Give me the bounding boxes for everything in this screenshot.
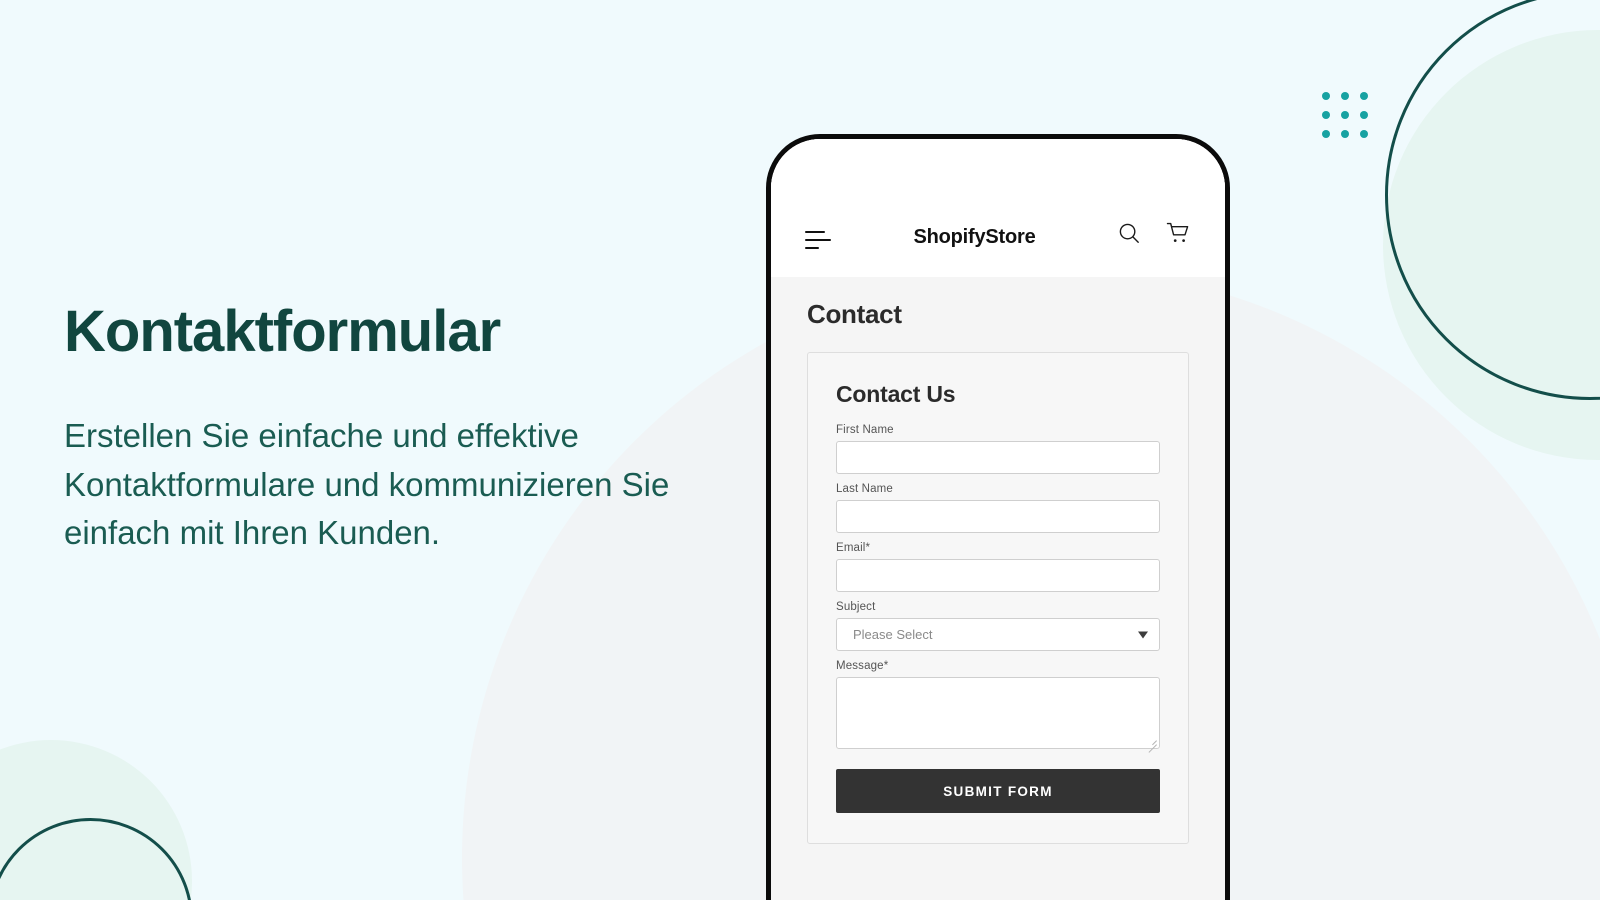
dot-grid-dot (1341, 92, 1349, 100)
phone-mockup: ShopifyStore Contact Contact Us First Na… (766, 134, 1230, 900)
message-label: Message* (836, 660, 889, 672)
contact-form-card: Contact Us First Name Last Name Email* S… (807, 352, 1189, 844)
email-input[interactable] (836, 559, 1160, 592)
navbar-icons (1118, 222, 1191, 249)
store-page-body: Contact Contact Us First Name Last Name … (771, 277, 1225, 900)
last-name-input[interactable] (836, 500, 1160, 533)
dot-grid-dot (1360, 111, 1368, 119)
submit-form-button[interactable]: SUBMIT FORM (836, 769, 1160, 813)
hero-subtitle: Erstellen Sie einfache und effektive Kon… (64, 416, 670, 552)
first-name-label: First Name (836, 424, 894, 436)
subject-label: Subject (836, 601, 876, 613)
message-textarea-wrapper (836, 677, 1160, 749)
dot-grid-icon (1322, 92, 1368, 138)
email-label: Email* (836, 542, 871, 554)
first-name-input[interactable] (836, 441, 1160, 474)
hamburger-line (805, 231, 825, 233)
hamburger-line (805, 247, 819, 249)
field-last-name: Last Name (836, 483, 1160, 533)
field-first-name: First Name (836, 424, 1160, 474)
subject-select[interactable]: Please Select (836, 618, 1160, 651)
contact-form-title: Contact Us (836, 381, 956, 407)
hamburger-menu-icon[interactable] (805, 231, 831, 249)
dot-grid-dot (1341, 130, 1349, 138)
shopping-cart-icon[interactable] (1166, 222, 1191, 249)
dot-grid-dot (1322, 111, 1330, 119)
last-name-label: Last Name (836, 483, 893, 495)
dot-grid-dot (1341, 111, 1349, 119)
page-title: Kontaktformular (64, 299, 501, 364)
subject-select-wrapper: Please Select (836, 618, 1160, 651)
store-navbar: ShopifyStore (771, 139, 1225, 277)
store-logo[interactable]: ShopifyStore (831, 226, 1118, 249)
field-email: Email* (836, 542, 1160, 592)
dot-grid-dot (1360, 130, 1368, 138)
field-message: Message* (836, 660, 1160, 749)
dot-grid-dot (1322, 92, 1330, 100)
phone-screen: ShopifyStore Contact Contact Us First Na… (771, 139, 1225, 900)
dot-grid-dot (1322, 130, 1330, 138)
hero-section: Kontaktformular Erstellen Sie einfache u… (64, 300, 764, 558)
field-subject: Subject Please Select (836, 601, 1160, 651)
message-textarea[interactable] (836, 677, 1160, 749)
contact-page-heading: Contact (807, 299, 902, 329)
search-icon[interactable] (1118, 222, 1140, 249)
hamburger-line (805, 239, 831, 241)
dot-grid-dot (1360, 92, 1368, 100)
